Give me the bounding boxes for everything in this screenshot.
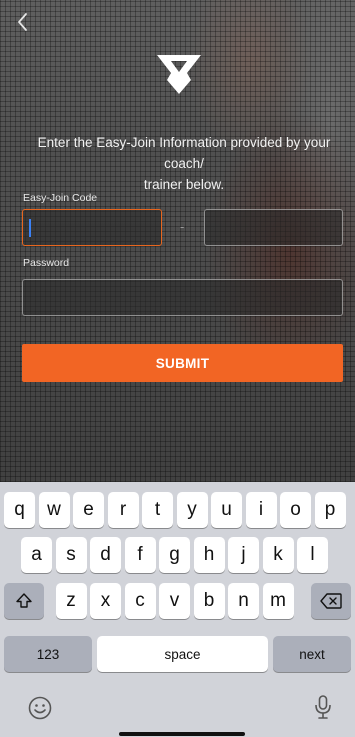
key-u[interactable]: u — [211, 492, 242, 528]
numbers-key[interactable]: 123 — [4, 636, 92, 672]
key-q[interactable]: q — [4, 492, 35, 528]
key-f[interactable]: f — [124, 537, 156, 573]
emoji-icon[interactable] — [27, 695, 53, 726]
easy-join-code-part2-input[interactable] — [204, 209, 343, 246]
key-k[interactable]: k — [262, 537, 294, 573]
key-w[interactable]: w — [38, 492, 70, 528]
key-e[interactable]: e — [73, 492, 104, 528]
password-input[interactable] — [22, 279, 343, 316]
key-s[interactable]: s — [55, 537, 87, 573]
easy-join-code-label: Easy-Join Code — [23, 192, 98, 204]
brand-logo-icon — [156, 52, 202, 96]
home-indicator — [119, 732, 245, 736]
next-key[interactable]: next — [273, 636, 351, 672]
key-n[interactable]: n — [228, 583, 259, 619]
key-m[interactable]: m — [262, 583, 294, 619]
code-separator: - — [180, 219, 185, 234]
easy-join-code-part1-input[interactable] — [22, 209, 162, 246]
key-p[interactable]: p — [314, 492, 346, 528]
key-a[interactable]: a — [21, 537, 52, 573]
key-t[interactable]: t — [142, 492, 173, 528]
password-label: Password — [23, 257, 70, 269]
key-b[interactable]: b — [193, 583, 225, 619]
chevron-left-icon[interactable] — [12, 8, 36, 36]
key-o[interactable]: o — [280, 492, 311, 528]
key-j[interactable]: j — [228, 537, 259, 573]
space-key[interactable]: space — [97, 636, 268, 672]
key-d[interactable]: d — [90, 537, 121, 573]
backspace-icon — [320, 593, 342, 609]
instructions-text: Enter the Easy-Join Information provided… — [24, 132, 344, 195]
key-v[interactable]: v — [159, 583, 190, 619]
microphone-icon[interactable] — [311, 693, 335, 726]
submit-button[interactable]: SUBMIT — [22, 344, 343, 382]
key-r[interactable]: r — [107, 492, 139, 528]
instructions-line-1: Enter the Easy-Join Information provided… — [37, 135, 331, 171]
key-y[interactable]: y — [176, 492, 208, 528]
keyboard: q w e r t y u i o p a s d f g h j k l z … — [0, 482, 355, 737]
key-l[interactable]: l — [297, 537, 328, 573]
shift-icon — [16, 593, 32, 608]
key-x[interactable]: x — [90, 583, 121, 619]
key-c[interactable]: c — [124, 583, 156, 619]
key-z[interactable]: z — [55, 583, 87, 619]
delete-key[interactable] — [311, 583, 351, 619]
key-h[interactable]: h — [193, 537, 225, 573]
key-i[interactable]: i — [245, 492, 277, 528]
text-cursor — [29, 219, 31, 237]
shift-key[interactable] — [4, 583, 44, 619]
key-g[interactable]: g — [159, 537, 190, 573]
